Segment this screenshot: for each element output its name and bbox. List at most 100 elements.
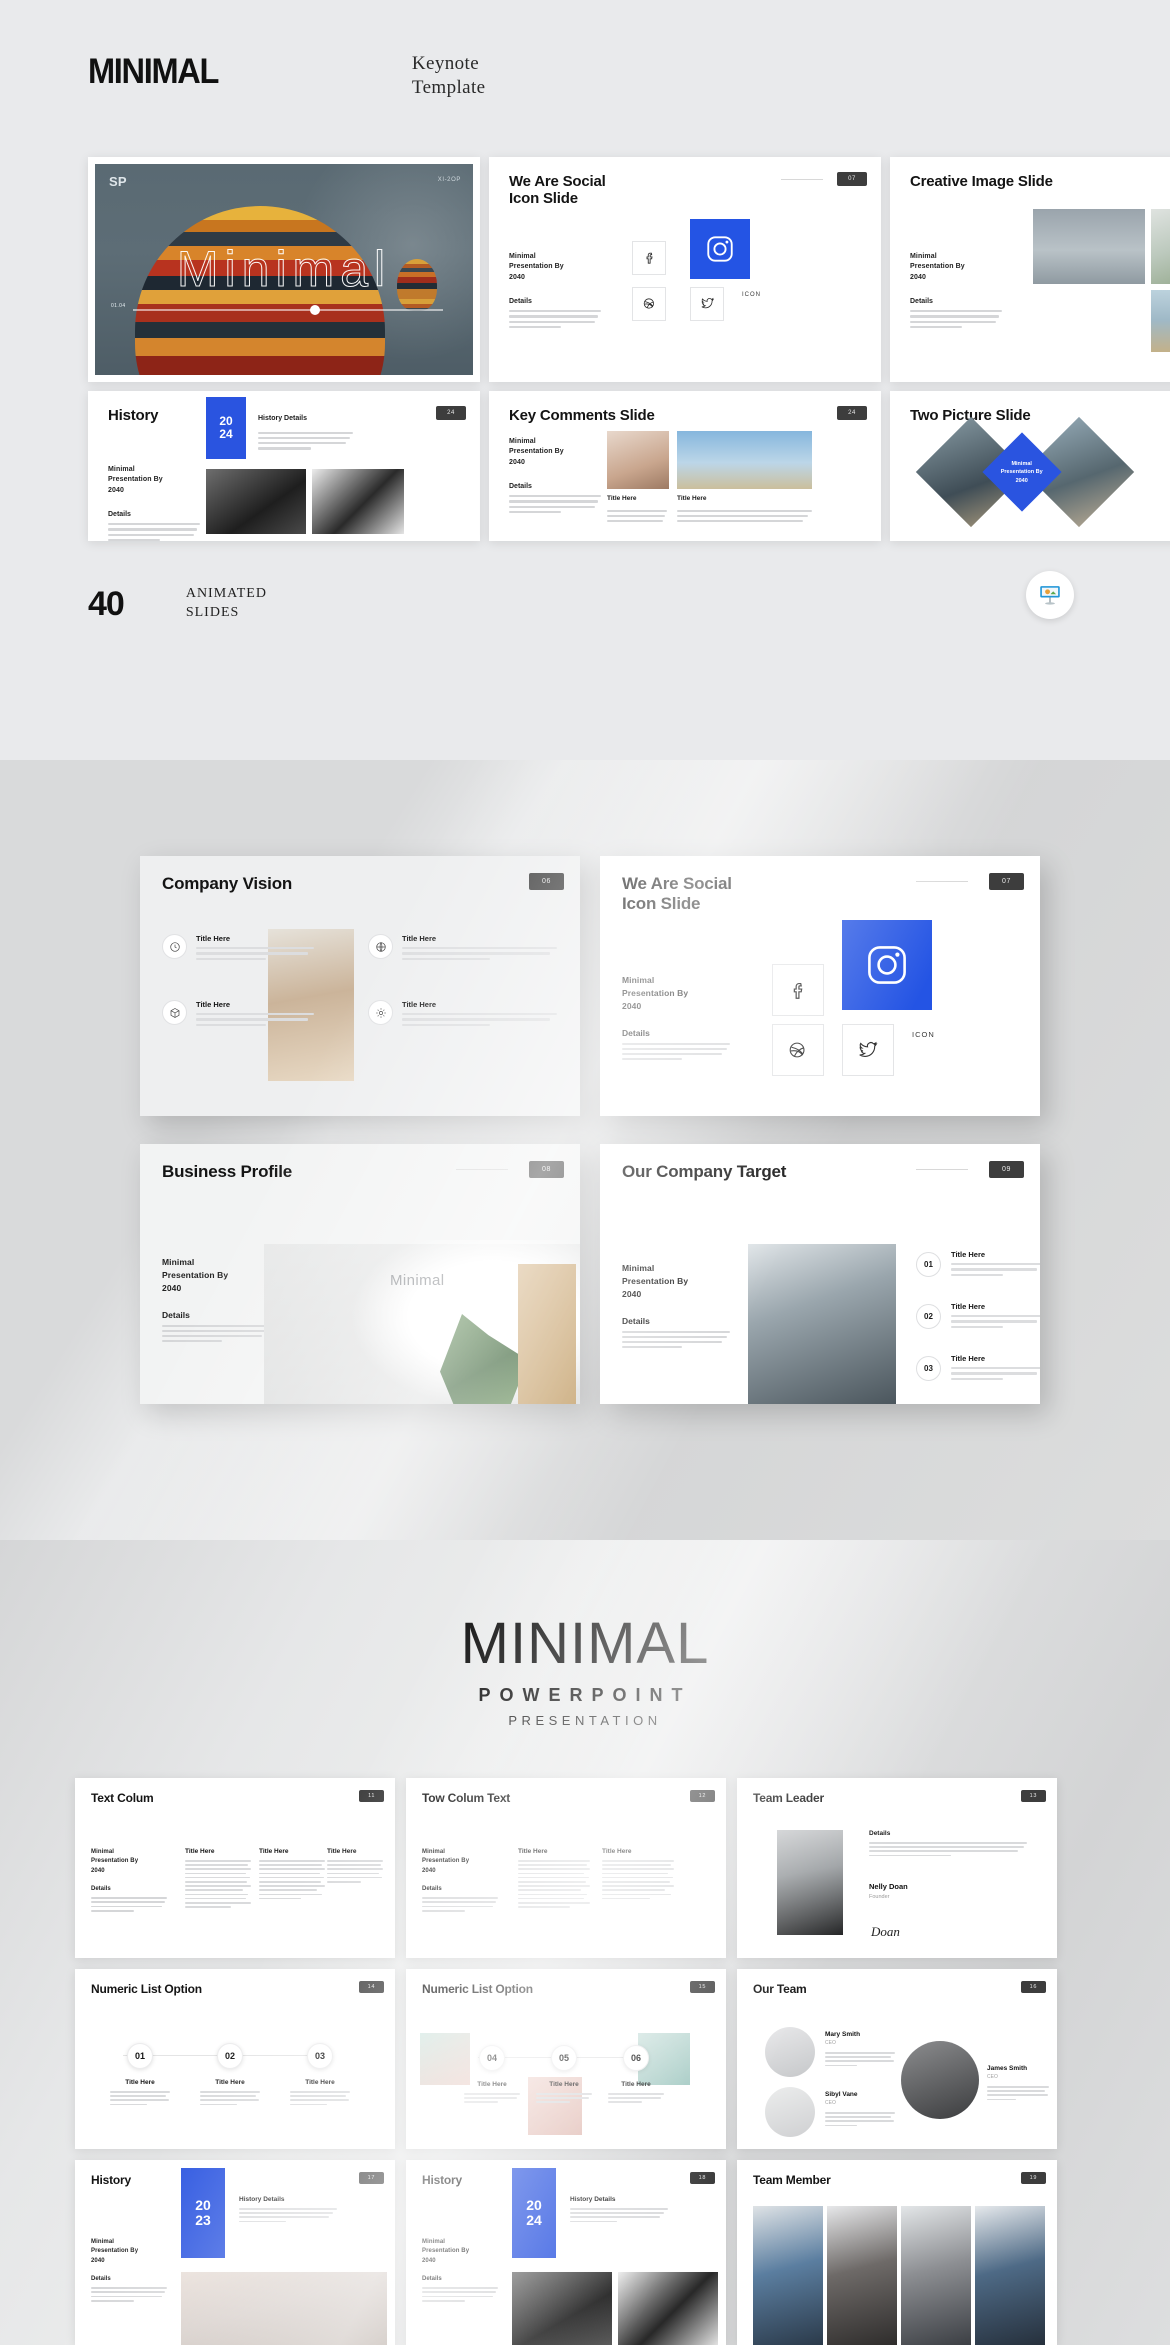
twitter-icon[interactable] [842, 1024, 894, 1076]
ppt-slide-our-team[interactable]: Our Team 16 Mary Smith CEO Sibyl Vane CE… [737, 1969, 1057, 2149]
powerpoint-title: MINIMAL [460, 1611, 710, 1676]
slide-count: 40 [88, 584, 125, 623]
column-title: Title Here [518, 1848, 548, 1855]
details-label: Details [869, 1830, 891, 1837]
slide-number-badge: 07 [837, 171, 867, 186]
mock-slide-business-profile[interactable]: Business Profile 08 Minimal Presentation… [140, 1144, 580, 1404]
meta-placeholder-lines [910, 310, 1002, 329]
meta-presented-by: Minimal Presentation By 2040 [509, 252, 564, 282]
history-year-bottom: 23 [195, 2212, 211, 2228]
photo-skyscraper [748, 1244, 896, 1404]
numeric-lines [290, 2091, 350, 2106]
target-row: 03 Title Here [916, 1354, 1040, 1383]
ppt-slide-numeric-list-2[interactable]: Numeric List Option 15 04 Title Here 05 … [406, 1969, 726, 2149]
slide-we-are-social[interactable]: We Are Social Icon Slide 07 Minimal Pres… [489, 156, 881, 382]
photo-desk [181, 2272, 387, 2345]
meta-presented-by: Minimal Presentation By 2040 [509, 437, 564, 467]
member-name: Mary Smith [825, 2031, 861, 2038]
slide-history[interactable]: History 24 Minimal Presentation By 2040 … [88, 390, 480, 541]
ppt-slide-tow-colum-text[interactable]: Tow Colum Text 12 Minimal Presentation B… [406, 1778, 726, 1958]
photo-flower [420, 2033, 470, 2085]
ppt-slide-team-leader[interactable]: Team Leader 13 Details Nelly Doan Founde… [737, 1778, 1057, 1958]
instagram-icon[interactable] [842, 920, 932, 1010]
ppt-slide-history-2024[interactable]: History 18 Minimal Presentation By 2040 … [406, 2160, 726, 2345]
slide-title: Team Leader [753, 1791, 824, 1805]
cover-progress-slider[interactable]: 01.04 [111, 303, 443, 315]
member-name: James Smith [987, 2065, 1028, 2072]
column-lines [518, 1860, 590, 1908]
title-rule [916, 1169, 968, 1170]
feature-lines [196, 1013, 314, 1026]
meta-presented-by: Minimal Presentation By 2040 [108, 465, 163, 495]
slide-cover[interactable]: SP XI-2OP Minimal 01.04 [88, 156, 480, 382]
slide-number-badge: 13 [1020, 1790, 1046, 1802]
numeric-badge: 05 [551, 2045, 577, 2071]
mockup-section: Company Vision 06 Title Here Title Here … [0, 760, 1170, 1540]
instagram-icon[interactable] [690, 218, 750, 279]
slide-number-badge: 17 [358, 2172, 384, 2184]
avatar-mary [765, 2027, 815, 2077]
slide-two-picture[interactable]: Two Picture Slide Minimal Presentation B… [890, 390, 1170, 541]
feature-item: Title Here [162, 1000, 342, 1029]
numeric-badge: 04 [479, 2045, 505, 2071]
column-lines [327, 1860, 383, 1883]
numeric-lines [200, 2091, 260, 2106]
photo-member-1 [753, 2206, 823, 2345]
slide-number-badge: 12 [689, 1790, 715, 1802]
column-title: Title Here [185, 1848, 215, 1855]
mock-slide-company-target[interactable]: Our Company Target 09 Minimal Presentati… [600, 1144, 1040, 1404]
history-year-top: 20 [219, 414, 233, 429]
member-role: CEO [987, 2074, 998, 2080]
slide-title: Team Member [753, 2173, 831, 2187]
slide-meta: Minimal Presentation By 2040 Details [91, 2238, 167, 2304]
feature-text: Title Here [196, 1000, 314, 1029]
watermark-text: Minimal [390, 1272, 445, 1289]
slide-creative-image[interactable]: Creative Image Slide Minimal Presentatio… [890, 156, 1170, 382]
slide-title: We Are Social Icon Slide [509, 173, 606, 208]
slide-meta: Minimal Presentation By 2040 Details [910, 252, 1002, 332]
leader-identity: Nelly Doan Founder [869, 1882, 908, 1900]
ppt-slide-numeric-list-1[interactable]: Numeric List Option 14 01 Title Here 02 … [75, 1969, 395, 2149]
ppt-slide-text-colum[interactable]: Text Colum 11 Minimal Presentation By 20… [75, 1778, 395, 1958]
brand-subtitle-line2: Template [411, 77, 486, 99]
history-detail-title: History Details [258, 414, 308, 422]
numeric-badge: 03 [307, 2043, 333, 2069]
photo-tripod [518, 1264, 576, 1404]
ppt-slide-history-2023[interactable]: History 17 Minimal Presentation By 2040 … [75, 2160, 395, 2345]
slide-title: Numeric List Option [422, 1982, 533, 1996]
slide-title: Numeric List Option [91, 1982, 202, 1996]
feature-title: Title Here [402, 934, 437, 943]
facebook-icon[interactable] [632, 240, 666, 275]
keynote-footer: 40 ANIMATED SLIDES [0, 541, 1170, 624]
target-title: Title Here [951, 1250, 986, 1259]
dribbble-icon[interactable] [632, 286, 666, 321]
slide-title: Our Team [753, 1982, 807, 1996]
mock-slide-company-vision[interactable]: Company Vision 06 Title Here Title Here … [140, 856, 580, 1116]
meta-presented-by: Minimal Presentation By 2040 [91, 1849, 139, 1874]
ppt-slide-team-member[interactable]: Team Member 19 [737, 2160, 1057, 2345]
mock-slide-we-are-social[interactable]: We Are Social Icon Slide 07 Minimal Pres… [600, 856, 1040, 1116]
gear-icon [368, 1000, 393, 1025]
numeric-badge: 01 [127, 2043, 153, 2069]
twitter-icon[interactable] [690, 286, 724, 321]
history-year-top: 20 [526, 2197, 542, 2214]
column-title: Title Here [327, 1848, 357, 1855]
text-column: Title Here [259, 1848, 325, 1902]
photo-giraffe [1151, 289, 1170, 352]
slide-number-badge: 14 [358, 1981, 384, 1993]
brand-subtitle: Keynote Template [412, 52, 486, 101]
meta-details-label: Details [509, 483, 532, 491]
numeric-title: Title Here [477, 2081, 507, 2088]
numeric-node: 01 Title Here [110, 2043, 170, 2108]
slide-meta: Minimal Presentation By 2040 Details [108, 465, 200, 541]
history-detail-title: History Details [239, 2196, 285, 2203]
facebook-icon[interactable] [772, 964, 824, 1016]
column-lines [185, 1860, 251, 1908]
target-title: Title Here [951, 1302, 986, 1311]
dribbble-icon[interactable] [772, 1024, 824, 1076]
slide-key-comments[interactable]: Key Comments Slide 24 Minimal Presentati… [489, 390, 881, 541]
slide-title-line1: We Are Social [509, 172, 606, 190]
slider-knob[interactable] [309, 304, 320, 315]
text-column: Title Here [518, 1848, 590, 1910]
slide-title-line2: Icon Slide [622, 894, 701, 914]
